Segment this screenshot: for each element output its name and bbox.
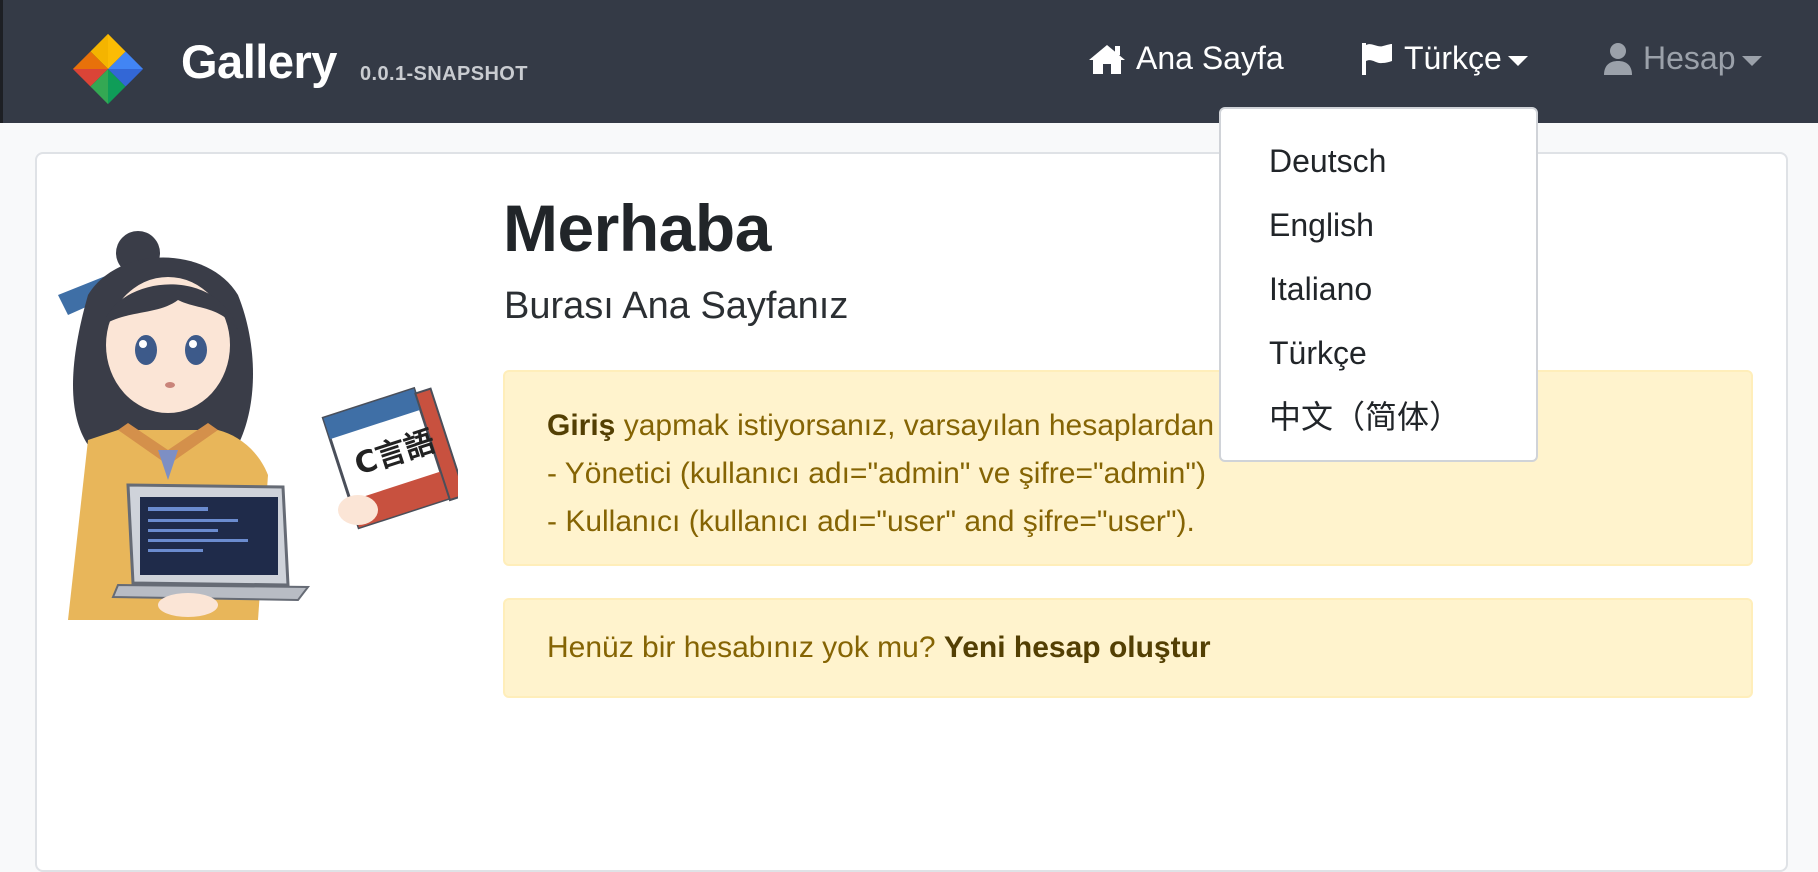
language-option-turkce[interactable]: Türkçe [1221, 321, 1536, 385]
login-link[interactable]: Giriş [547, 409, 615, 442]
pinwheel-logo-icon[interactable] [69, 30, 147, 108]
page-title: Merhaba [503, 191, 771, 265]
page-subtitle: Burası Ana Sayfanız [504, 285, 849, 327]
user-icon [1604, 42, 1632, 75]
mascot-illustration: C言語 [58, 231, 458, 620]
brand-version: 0.0.1-SNAPSHOT [360, 63, 528, 85]
nav-language-dropdown[interactable]: Türkçe [1360, 40, 1528, 77]
home-icon [1089, 44, 1125, 74]
nav-home-label: Ana Sayfa [1136, 40, 1284, 76]
register-prompt: Henüz bir hesabınız yok mu? [547, 631, 944, 664]
nav-account-dropdown[interactable]: Hesap [1603, 40, 1762, 77]
create-account-link[interactable]: Yeni hesap oluştur [944, 631, 1211, 664]
nav-home-link[interactable]: Ana Sayfa [1088, 40, 1284, 77]
language-option-chinese-simplified[interactable]: 中文（简体） [1221, 385, 1536, 449]
caret-down-icon [1741, 55, 1762, 66]
flag-icon [1362, 42, 1392, 75]
caret-down-icon [1507, 55, 1528, 66]
brand-name[interactable]: Gallery [181, 34, 337, 89]
register-alert: Henüz bir hesabınız yok mu? Yeni hesap o… [503, 598, 1753, 698]
language-option-english[interactable]: English [1221, 193, 1536, 257]
alert-line-3: - Kullanıcı (kullanıcı adı="user" and şi… [547, 505, 1195, 538]
default-accounts-alert: Giriş yapmak istiyorsanız, varsayılan he… [503, 370, 1753, 566]
language-option-deutsch[interactable]: Deutsch [1221, 129, 1536, 193]
language-option-italiano[interactable]: Italiano [1221, 257, 1536, 321]
language-dropdown-menu: Deutsch English Italiano Türkçe 中文（简体） [1219, 107, 1538, 462]
nav-account-label: Hesap [1643, 40, 1736, 76]
nav-language-label: Türkçe [1404, 40, 1502, 76]
top-navbar: Gallery 0.0.1-SNAPSHOT Ana Sayfa Türkçe … [0, 0, 1818, 123]
